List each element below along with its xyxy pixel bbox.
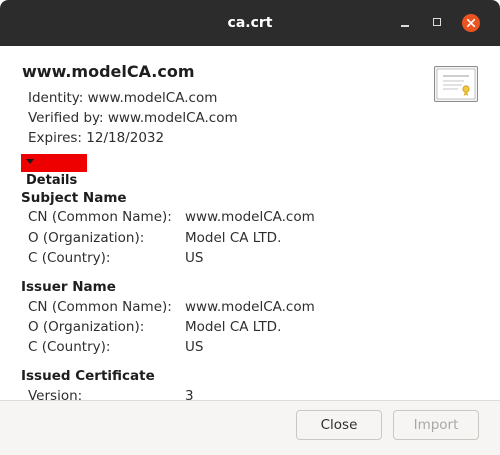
version-label: Version: (28, 388, 83, 400)
certificate-icon (434, 66, 478, 102)
subject-c-label: C (Country): (28, 250, 111, 266)
issuer-o-label: O (Organization): (28, 319, 145, 335)
certificate-content[interactable]: www.modelCA.com Identity: www.modelCA.co… (0, 46, 500, 400)
close-button[interactable]: Close (296, 410, 382, 440)
dialog-button-bar: Close Import (0, 400, 500, 455)
subject-o-value: Model CA LTD. (185, 230, 282, 246)
import-button[interactable]: Import (393, 410, 479, 440)
issuer-name-heading: Issuer Name (21, 279, 116, 295)
certificate-name: www.modelCA.com (22, 62, 195, 81)
verified-by-text: Verified by: www.modelCA.com (28, 110, 238, 126)
issuer-c-label: C (Country): (28, 339, 111, 355)
issuer-o-value: Model CA LTD. (185, 319, 282, 335)
identity-text: Identity: www.modelCA.com (28, 90, 218, 106)
subject-name-heading: Subject Name (21, 190, 127, 206)
expires-text: Expires: 12/18/2032 (28, 130, 165, 146)
subject-cn-label: CN (Common Name): (28, 209, 172, 225)
certificate-viewer-window: ca.crt www.modelCA.com Identity: www.mod… (0, 0, 500, 455)
issuer-cn-label: CN (Common Name): (28, 299, 172, 315)
minimize-icon[interactable] (397, 15, 413, 31)
details-expander[interactable]: Details (21, 154, 87, 188)
issuer-cn-value: www.modelCA.com (185, 299, 315, 315)
subject-cn-value: www.modelCA.com (185, 209, 315, 225)
subject-c-value: US (185, 250, 204, 266)
issuer-c-value: US (185, 339, 204, 355)
subject-o-label: O (Organization): (28, 230, 145, 246)
close-window-icon[interactable] (462, 14, 480, 32)
issued-certificate-heading: Issued Certificate (21, 368, 155, 384)
version-value: 3 (185, 388, 194, 400)
maximize-icon[interactable] (430, 15, 446, 31)
title-bar[interactable]: ca.crt (0, 0, 500, 46)
expander-arrow-icon (26, 159, 34, 164)
window-title: ca.crt (227, 15, 273, 31)
details-label: Details (26, 173, 78, 188)
